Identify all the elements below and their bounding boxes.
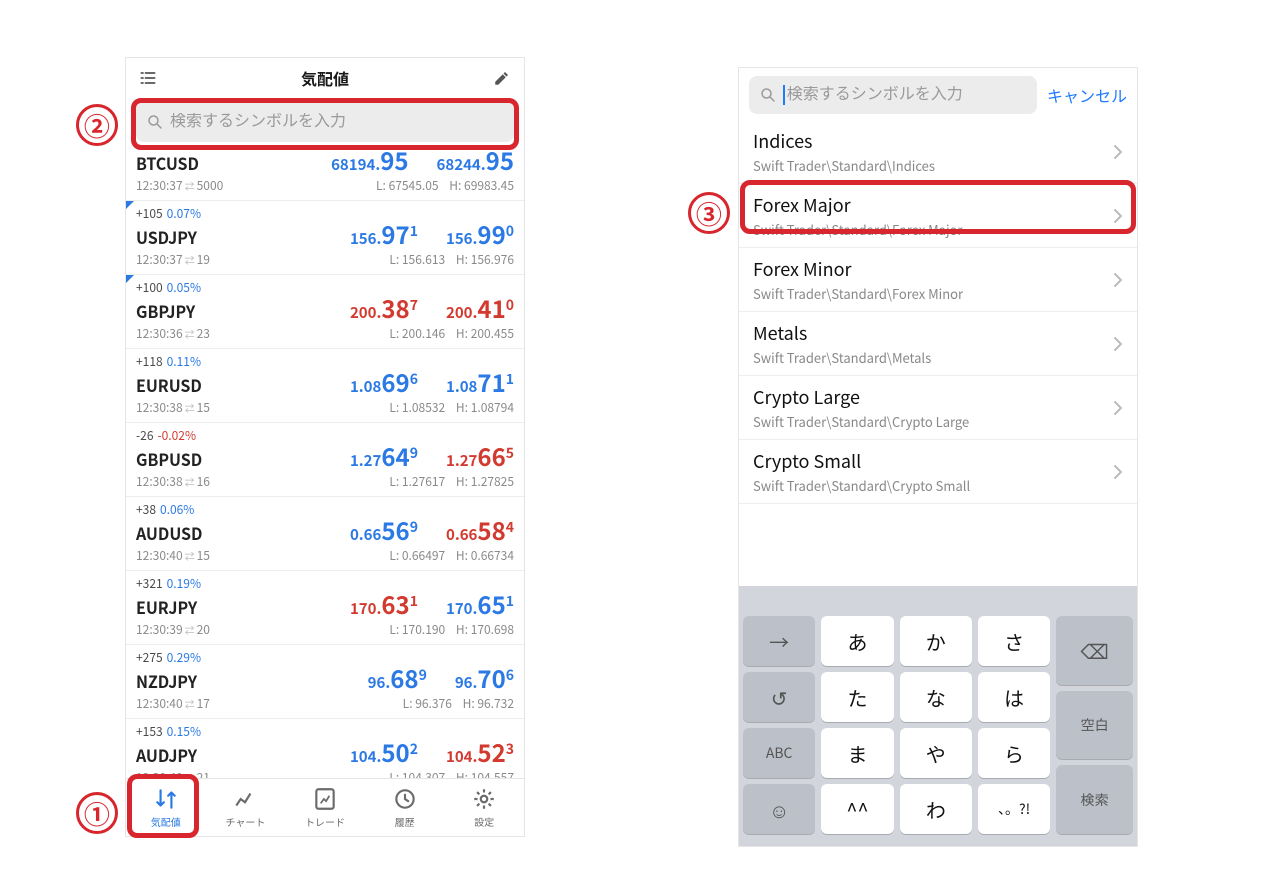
key-↺[interactable]: ↺ xyxy=(743,672,815,722)
edit-icon[interactable] xyxy=(490,66,514,90)
phone-right: キャンセル IndicesSwift Trader\Standard\Indic… xyxy=(738,67,1138,847)
category-list: IndicesSwift Trader\Standard\IndicesFore… xyxy=(739,120,1137,504)
key-な[interactable]: な xyxy=(900,672,972,722)
right-top: キャンセル xyxy=(739,68,1137,120)
tab-trade[interactable]: トレード xyxy=(285,779,365,836)
search-icon xyxy=(146,113,164,131)
symbol: BTCUSD xyxy=(136,151,246,175)
category-crypto-small[interactable]: Crypto SmallSwift Trader\Standard\Crypto… xyxy=(739,440,1137,504)
bid: 1.27649 xyxy=(350,444,418,471)
ask: 1.08711 xyxy=(446,370,514,397)
key-ま[interactable]: ま xyxy=(821,728,893,778)
left-header: 気配値 xyxy=(126,58,524,98)
ask: 0.66584 xyxy=(446,518,514,545)
chevron-right-icon xyxy=(1113,400,1123,416)
callout-3: ③ xyxy=(688,192,730,234)
quote-list[interactable]: BTCUSD68194.9568244.9512:30:37⇄5000L: 67… xyxy=(126,148,524,778)
symbol: AUDJPY xyxy=(136,743,246,767)
quote-row-BTCUSD[interactable]: BTCUSD68194.9568244.9512:30:37⇄5000L: 67… xyxy=(126,148,524,201)
callout-1: ① xyxy=(76,792,118,834)
symbol: NZDJPY xyxy=(136,669,246,693)
list-icon[interactable] xyxy=(136,66,160,90)
tab-quotes[interactable]: 気配値 xyxy=(126,779,206,836)
chevron-right-icon xyxy=(1113,208,1123,224)
callout-2: ② xyxy=(76,104,118,146)
key-ら[interactable]: ら xyxy=(978,728,1050,778)
tab-label: 気配値 xyxy=(151,814,181,829)
tab-label: 設定 xyxy=(474,814,494,829)
quote-row-EURJPY[interactable]: +3210.19%EURJPY170.631170.65112:30:39⇄20… xyxy=(126,571,524,645)
ask: 104.523 xyxy=(446,740,514,767)
category-indices[interactable]: IndicesSwift Trader\Standard\Indices xyxy=(739,120,1137,184)
key-わ[interactable]: わ xyxy=(900,784,972,834)
search-bar[interactable] xyxy=(136,102,514,142)
chevron-right-icon xyxy=(1113,336,1123,352)
key-search[interactable]: 検索 xyxy=(1056,765,1133,834)
ask: 1.27665 xyxy=(446,444,514,471)
symbol: EURUSD xyxy=(136,373,246,397)
phone-left: 気配値 BTCUSD68194.9568244.9512:30:37⇄5000L… xyxy=(125,57,525,837)
tab-settings[interactable]: 設定 xyxy=(444,779,524,836)
tab-chart[interactable]: チャート xyxy=(206,779,286,836)
ask: 200.410 xyxy=(446,296,514,323)
key-や[interactable]: や xyxy=(900,728,972,778)
keyboard[interactable]: →あかさ ↺たなは ABCまやら ☺^^わ、。?! ⌫空白検索 xyxy=(739,586,1137,846)
search-icon xyxy=(759,86,777,104)
category-forex-minor[interactable]: Forex MinorSwift Trader\Standard\Forex M… xyxy=(739,248,1137,312)
search-bar[interactable] xyxy=(749,76,1037,114)
chevron-right-icon xyxy=(1113,272,1123,288)
ask: 156.990 xyxy=(446,222,514,249)
quote-row-AUDUSD[interactable]: +380.06%AUDUSD0.665690.6658412:30:40⇄15L… xyxy=(126,497,524,571)
chevron-right-icon xyxy=(1113,144,1123,160)
quote-row-GBPJPY[interactable]: +1000.05%GBPJPY200.387200.41012:30:36⇄23… xyxy=(126,275,524,349)
key-、。?![interactable]: 、。?! xyxy=(978,784,1050,834)
key-か[interactable]: か xyxy=(900,616,972,666)
bid: 156.971 xyxy=(350,222,418,249)
category-crypto-large[interactable]: Crypto LargeSwift Trader\Standard\Crypto… xyxy=(739,376,1137,440)
bid: 1.08696 xyxy=(350,370,418,397)
key-あ[interactable]: あ xyxy=(821,616,893,666)
bid: 104.502 xyxy=(350,740,418,767)
chevron-right-icon xyxy=(1113,464,1123,480)
quote-row-EURUSD[interactable]: +1180.11%EURUSD1.086961.0871112:30:38⇄15… xyxy=(126,349,524,423)
search-input[interactable] xyxy=(170,113,504,131)
key-た[interactable]: た xyxy=(821,672,893,722)
ask: 68244.95 xyxy=(437,148,514,175)
key-ABC[interactable]: ABC xyxy=(743,728,815,778)
key-は[interactable]: は xyxy=(978,672,1050,722)
symbol: EURJPY xyxy=(136,595,246,619)
bid: 170.631 xyxy=(350,592,418,619)
key-backspace[interactable]: ⌫ xyxy=(1056,616,1133,685)
tab-label: 履歴 xyxy=(395,814,415,829)
bid: 0.66569 xyxy=(350,518,418,545)
symbol: USDJPY xyxy=(136,225,246,249)
key-space[interactable]: 空白 xyxy=(1056,691,1133,760)
quote-row-USDJPY[interactable]: +1050.07%USDJPY156.971156.99012:30:37⇄19… xyxy=(126,201,524,275)
symbol: GBPUSD xyxy=(136,447,246,471)
quote-row-AUDJPY[interactable]: +1530.15%AUDJPY104.502104.52312:30:40⇄21… xyxy=(126,719,524,778)
ask: 96.706 xyxy=(455,666,514,693)
key-☺[interactable]: ☺ xyxy=(743,784,815,834)
quote-row-NZDJPY[interactable]: +2750.29%NZDJPY96.68996.70612:30:40⇄17L:… xyxy=(126,645,524,719)
key-さ[interactable]: さ xyxy=(978,616,1050,666)
text-cursor xyxy=(783,85,785,105)
category-forex-major[interactable]: Forex MajorSwift Trader\Standard\Forex M… xyxy=(739,184,1137,248)
bid: 96.689 xyxy=(368,666,427,693)
symbol: AUDUSD xyxy=(136,521,246,545)
bid: 68194.95 xyxy=(331,148,408,175)
tab-label: チャート xyxy=(225,814,265,829)
tab-bar: 気配値 チャート トレード 履歴 設定 xyxy=(126,778,524,836)
bid: 200.387 xyxy=(350,296,418,323)
quote-row-GBPUSD[interactable]: -26-0.02%GBPUSD1.276491.2766512:30:38⇄16… xyxy=(126,423,524,497)
category-metals[interactable]: MetalsSwift Trader\Standard\Metals xyxy=(739,312,1137,376)
tab-label: トレード xyxy=(305,814,345,829)
page-title: 気配値 xyxy=(160,66,490,90)
ask: 170.651 xyxy=(446,592,514,619)
key-^^[interactable]: ^^ xyxy=(821,784,893,834)
symbol: GBPJPY xyxy=(136,299,246,323)
tab-history[interactable]: 履歴 xyxy=(365,779,445,836)
search-input[interactable] xyxy=(787,86,1027,104)
cancel-button[interactable]: キャンセル xyxy=(1047,83,1127,107)
key-→[interactable]: → xyxy=(743,616,815,666)
